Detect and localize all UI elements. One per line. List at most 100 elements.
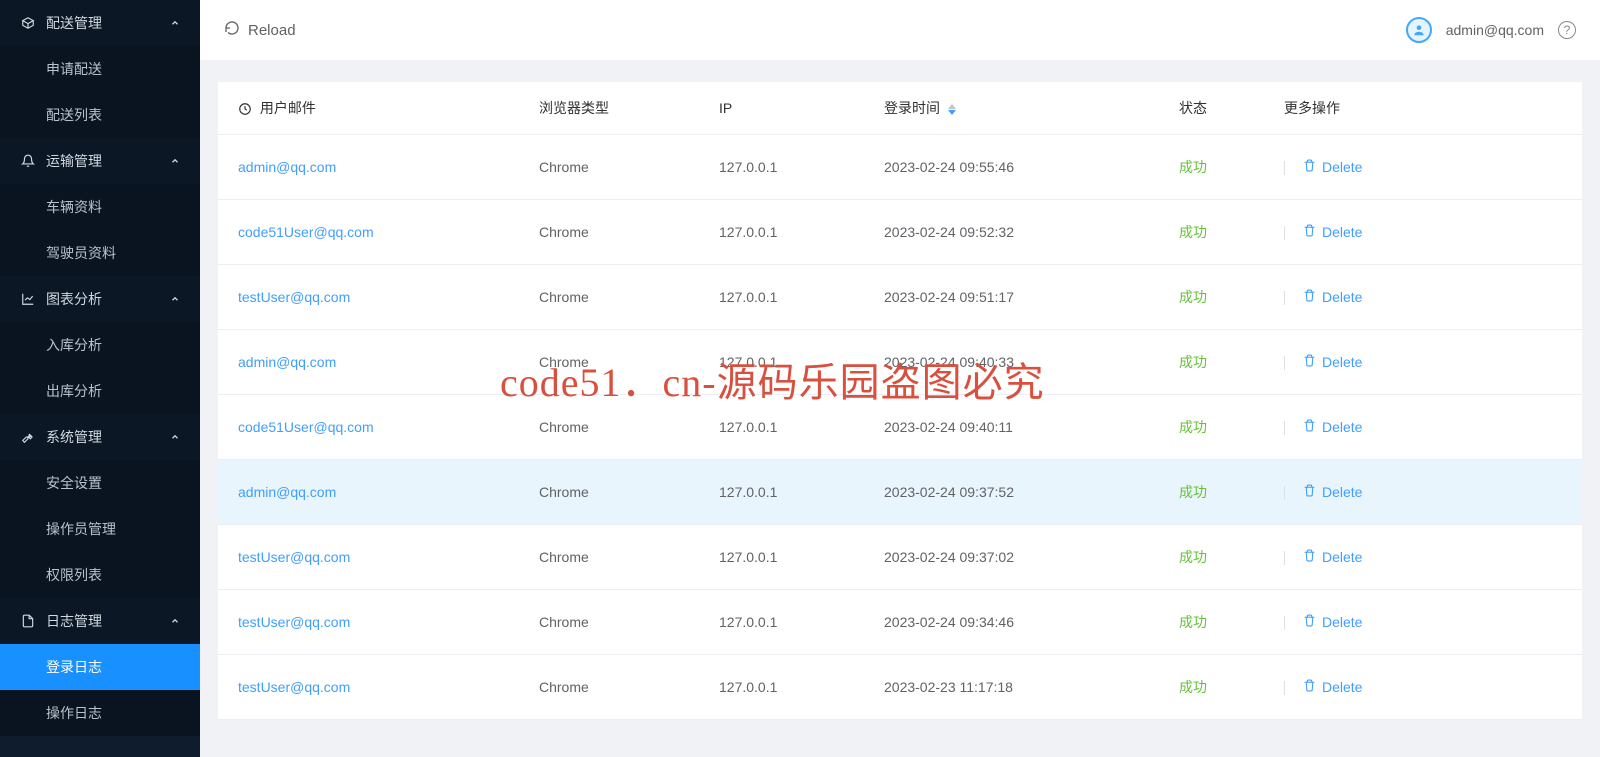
col-actions[interactable]: 更多操作 <box>1268 82 1582 135</box>
delete-label: Delete <box>1322 614 1362 630</box>
divider <box>1284 226 1285 240</box>
cell-browser: Chrome <box>523 135 703 200</box>
cell-browser: Chrome <box>523 460 703 525</box>
cell-ip: 127.0.0.1 <box>703 655 868 720</box>
topbar: Reload admin@qq.com ? <box>200 0 1600 60</box>
sort-icon[interactable] <box>948 104 956 115</box>
main: Reload admin@qq.com ? <box>200 0 1600 757</box>
trash-icon <box>1303 354 1316 370</box>
cell-ip: 127.0.0.1 <box>703 265 868 330</box>
status-badge: 成功 <box>1179 419 1207 435</box>
cell-browser: Chrome <box>523 265 703 330</box>
divider <box>1284 421 1285 435</box>
cell-browser: Chrome <box>523 655 703 720</box>
delete-button[interactable]: Delete <box>1303 354 1362 370</box>
delete-label: Delete <box>1322 354 1362 370</box>
email-link[interactable]: testUser@qq.com <box>238 289 350 305</box>
menu-group-label: 配送管理 <box>46 13 102 33</box>
cell-login-time: 2023-02-24 09:51:17 <box>868 265 1163 330</box>
table-header-row: 用户邮件 浏览器类型 IP 登录时间 状态 更多操作 <box>218 82 1582 135</box>
trash-icon <box>1303 289 1316 305</box>
delete-button[interactable]: Delete <box>1303 614 1362 630</box>
help-icon[interactable]: ? <box>1558 21 1576 39</box>
cell-login-time: 2023-02-23 11:17:18 <box>868 655 1163 720</box>
submenu-item[interactable]: 车辆资料 <box>0 184 200 230</box>
delete-label: Delete <box>1322 159 1362 175</box>
delete-button[interactable]: Delete <box>1303 484 1362 500</box>
menu-group-label: 图表分析 <box>46 289 102 309</box>
submenu-item[interactable]: 操作员管理 <box>0 506 200 552</box>
delete-button[interactable]: Delete <box>1303 419 1362 435</box>
table-row: testUser@qq.comChrome127.0.0.12023-02-24… <box>218 525 1582 590</box>
table-row: code51User@qq.comChrome127.0.0.12023-02-… <box>218 395 1582 460</box>
cell-browser: Chrome <box>523 330 703 395</box>
submenu-item[interactable]: 入库分析 <box>0 322 200 368</box>
email-link[interactable]: testUser@qq.com <box>238 614 350 630</box>
cell-login-time: 2023-02-24 09:40:33 <box>868 330 1163 395</box>
login-log-table: 用户邮件 浏览器类型 IP 登录时间 状态 更多操作 <box>218 82 1582 720</box>
user-email[interactable]: admin@qq.com <box>1446 22 1544 38</box>
submenu-item[interactable]: 申请配送 <box>0 46 200 92</box>
cell-login-time: 2023-02-24 09:55:46 <box>868 135 1163 200</box>
submenu-item[interactable]: 出库分析 <box>0 368 200 414</box>
delete-button[interactable]: Delete <box>1303 224 1362 240</box>
delete-label: Delete <box>1322 549 1362 565</box>
email-link[interactable]: code51User@qq.com <box>238 419 374 435</box>
cell-browser: Chrome <box>523 525 703 590</box>
divider <box>1284 291 1285 305</box>
col-browser[interactable]: 浏览器类型 <box>523 82 703 135</box>
submenu-item[interactable]: 配送列表 <box>0 92 200 138</box>
status-badge: 成功 <box>1179 354 1207 370</box>
cell-browser: Chrome <box>523 395 703 460</box>
email-link[interactable]: testUser@qq.com <box>238 549 350 565</box>
trash-icon <box>1303 549 1316 565</box>
email-link[interactable]: admin@qq.com <box>238 354 336 370</box>
delete-label: Delete <box>1322 289 1362 305</box>
menu-group-3[interactable]: 系统管理 <box>0 414 200 460</box>
col-ip[interactable]: IP <box>703 82 868 135</box>
delete-button[interactable]: Delete <box>1303 549 1362 565</box>
status-badge: 成功 <box>1179 159 1207 175</box>
chevron-up-icon <box>170 291 180 307</box>
col-login-time[interactable]: 登录时间 <box>868 82 1163 135</box>
avatar[interactable] <box>1406 17 1432 43</box>
submenu-item[interactable]: 登录日志 <box>0 644 200 690</box>
delete-label: Delete <box>1322 484 1362 500</box>
menu-group-1[interactable]: 运输管理 <box>0 138 200 184</box>
bell-icon <box>20 153 36 169</box>
table-row: testUser@qq.comChrome127.0.0.12023-02-24… <box>218 590 1582 655</box>
divider <box>1284 551 1285 565</box>
delete-button[interactable]: Delete <box>1303 679 1362 695</box>
trash-icon <box>1303 159 1316 175</box>
file-icon <box>20 613 36 629</box>
divider <box>1284 356 1285 370</box>
status-badge: 成功 <box>1179 484 1207 500</box>
trash-icon <box>1303 614 1316 630</box>
submenu-item[interactable]: 安全设置 <box>0 460 200 506</box>
reload-button[interactable]: Reload <box>224 20 296 40</box>
submenu-item[interactable]: 驾驶员资料 <box>0 230 200 276</box>
cell-login-time: 2023-02-24 09:52:32 <box>868 200 1163 265</box>
table-row: admin@qq.comChrome127.0.0.12023-02-24 09… <box>218 135 1582 200</box>
reload-icon <box>224 20 240 40</box>
package-icon <box>20 15 36 31</box>
menu-group-4[interactable]: 日志管理 <box>0 598 200 644</box>
email-link[interactable]: testUser@qq.com <box>238 679 350 695</box>
delete-button[interactable]: Delete <box>1303 159 1362 175</box>
delete-label: Delete <box>1322 419 1362 435</box>
email-link[interactable]: admin@qq.com <box>238 484 336 500</box>
submenu-item[interactable]: 操作日志 <box>0 690 200 736</box>
email-link[interactable]: code51User@qq.com <box>238 224 374 240</box>
divider <box>1284 486 1285 500</box>
menu-group-0[interactable]: 配送管理 <box>0 0 200 46</box>
submenu-item[interactable]: 权限列表 <box>0 552 200 598</box>
email-link[interactable]: admin@qq.com <box>238 159 336 175</box>
menu-group-label: 运输管理 <box>46 151 102 171</box>
table-row: testUser@qq.com Chrome127.0.0.12023-02-24… <box>218 265 1582 330</box>
clock-icon <box>238 102 252 116</box>
delete-button[interactable]: Delete <box>1303 289 1362 305</box>
col-email[interactable]: 用户邮件 <box>218 82 523 135</box>
cell-login-time: 2023-02-24 09:34:46 <box>868 590 1163 655</box>
menu-group-2[interactable]: 图表分析 <box>0 276 200 322</box>
col-status[interactable]: 状态 <box>1163 82 1268 135</box>
